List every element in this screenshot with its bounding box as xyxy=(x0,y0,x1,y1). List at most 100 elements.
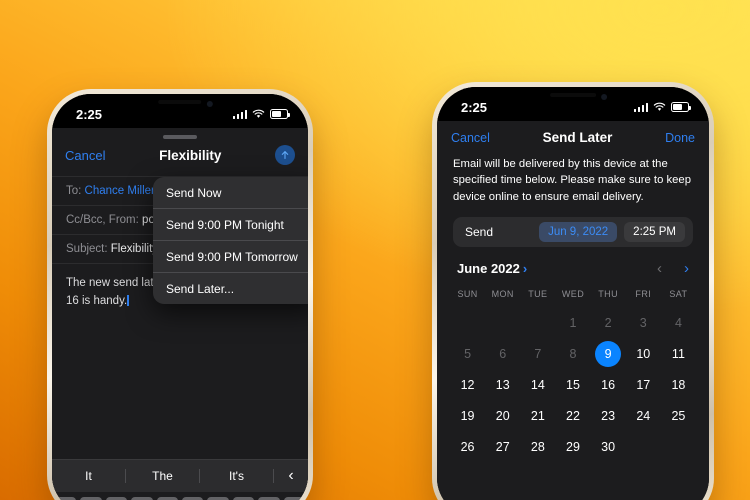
calendar-day-16[interactable]: 16 xyxy=(591,369,626,400)
prediction-2[interactable]: The xyxy=(126,469,200,483)
phone-left: 2:25 Cancel Flexibility To: Chance Mille… xyxy=(47,89,313,500)
calendar-day-21[interactable]: 21 xyxy=(520,400,555,431)
calendar-day-20[interactable]: 20 xyxy=(485,400,520,431)
calendar-day-29[interactable]: 29 xyxy=(555,431,590,462)
calendar-day-23[interactable]: 23 xyxy=(591,400,626,431)
menu-item-send-now[interactable]: Send Now xyxy=(153,177,308,209)
send-button[interactable] xyxy=(275,145,295,165)
page-title: Send Later xyxy=(542,130,613,145)
calendar-weekday: MON xyxy=(491,289,514,300)
status-time: 2:25 xyxy=(461,99,488,115)
datetime-pills: Jun 9, 2022 2:25 PM xyxy=(539,222,685,243)
menu-item-send-tonight[interactable]: Send 9:00 PM Tonight xyxy=(153,209,308,241)
calendar-day-22[interactable]: 22 xyxy=(555,400,590,431)
calendar-day-19[interactable]: 19 xyxy=(450,400,485,431)
keyboard-number-row[interactable] xyxy=(52,492,308,500)
previous-month-button[interactable]: ‹ xyxy=(657,260,662,277)
date-picker-button[interactable]: Jun 9, 2022 xyxy=(539,222,618,243)
calendar-day-15[interactable]: 15 xyxy=(555,369,590,400)
send-arrow-up-icon xyxy=(281,151,289,160)
cancel-button[interactable]: Cancel xyxy=(65,148,105,163)
speaker-slot xyxy=(549,93,596,97)
battery-icon xyxy=(270,109,290,119)
send-later-sheet: Cancel Send Later Done Email will be del… xyxy=(437,121,709,500)
calendar-weekday-header: SUN MON TUE WED THU FRI SAT xyxy=(450,286,696,307)
month-label: June 2022 xyxy=(457,261,520,277)
calendar-day-27[interactable]: 27 xyxy=(485,431,520,462)
calendar-weekday: FRI xyxy=(635,289,652,300)
calendar-weekday: WED xyxy=(561,289,585,300)
speaker-slot xyxy=(158,100,202,104)
notch xyxy=(509,87,637,110)
notch xyxy=(119,94,241,117)
calendar-weekday: SAT xyxy=(669,289,688,300)
menu-item-send-tomorrow[interactable]: Send 9:00 PM Tomorrow xyxy=(153,241,308,273)
send-later-nav-bar: Cancel Send Later Done xyxy=(437,121,709,154)
calendar-day-10[interactable]: 10 xyxy=(626,338,661,369)
field-subject-label: Subject: xyxy=(66,243,108,255)
delivery-description: Email will be delivered by this device a… xyxy=(453,158,691,203)
calendar-day-7: 7 xyxy=(534,346,542,361)
send-label: Send xyxy=(465,225,494,240)
calendar-weekday: TUE xyxy=(528,289,548,300)
calendar-day-30[interactable]: 30 xyxy=(591,431,626,462)
next-month-button[interactable]: › xyxy=(684,260,689,277)
field-ccbcc-label: Cc/Bcc, From: xyxy=(66,214,139,226)
phone-right: 2:25 Cancel Send Later Done Email will b… xyxy=(432,82,714,500)
calendar-day-25[interactable]: 25 xyxy=(661,400,696,431)
calendar-header: June 2022 › ‹ › xyxy=(437,247,709,286)
cellular-bars-icon xyxy=(633,102,648,112)
wifi-icon xyxy=(252,109,265,118)
month-nav: ‹ › xyxy=(657,260,689,277)
status-icons xyxy=(232,109,290,119)
chevron-left-icon[interactable]: ‹ xyxy=(274,467,308,485)
calendar-day-selected: 9 xyxy=(595,340,622,367)
calendar-day-11[interactable]: 11 xyxy=(661,338,696,369)
wifi-icon xyxy=(653,102,666,111)
calendar-day-13[interactable]: 13 xyxy=(485,369,520,400)
menu-item-send-later[interactable]: Send Later... xyxy=(153,273,308,304)
calendar-day-6: 6 xyxy=(499,346,507,361)
chevron-right-icon: › xyxy=(522,261,528,277)
predictive-text-bar: It The It's ‹ xyxy=(52,459,308,492)
calendar-blank-cell xyxy=(485,307,520,338)
calendar-day-26[interactable]: 26 xyxy=(450,431,485,462)
calendar-blank-cell xyxy=(450,307,485,338)
calendar-day-grid: 1 2 3 4 5 6 7 8 9 10 11 12 13 14 15 16 17 18 19 20 21 22 23 24 2… xyxy=(450,307,696,462)
calendar-day-8: 8 xyxy=(569,346,577,361)
calendar-day-3: 3 xyxy=(639,315,647,330)
calendar-day-5: 5 xyxy=(464,346,472,361)
cancel-button[interactable]: Cancel xyxy=(451,131,490,145)
text-caret xyxy=(127,294,129,306)
status-time: 2:25 xyxy=(76,106,103,122)
calendar-day-12[interactable]: 12 xyxy=(450,369,485,400)
status-icons xyxy=(633,102,691,112)
phone-left-screen: 2:25 Cancel Flexibility To: Chance Mille… xyxy=(52,94,308,500)
front-camera xyxy=(206,101,213,107)
field-subject-value: Flexibility xyxy=(110,243,159,255)
calendar-day-14[interactable]: 14 xyxy=(520,369,555,400)
field-to-label: To: xyxy=(66,185,82,197)
prediction-1[interactable]: It xyxy=(52,469,126,483)
calendar-day-2: 2 xyxy=(604,315,612,330)
send-datetime-row: Send Jun 9, 2022 2:25 PM xyxy=(453,217,693,248)
month-selector[interactable]: June 2022 › xyxy=(457,261,527,276)
calendar-day-18[interactable]: 18 xyxy=(661,369,696,400)
front-camera xyxy=(601,94,608,100)
calendar-day-24[interactable]: 24 xyxy=(626,400,661,431)
done-button[interactable]: Done xyxy=(665,131,695,145)
calendar-day-9[interactable]: 9 xyxy=(591,338,626,369)
calendar-day-28[interactable]: 28 xyxy=(520,431,555,462)
keyboard: It The It's ‹ xyxy=(52,459,308,500)
calendar-day-4: 4 xyxy=(674,315,682,330)
compose-title: Flexibility xyxy=(159,147,222,163)
compose-nav-bar: Cancel Flexibility xyxy=(52,139,308,176)
calendar-day-17[interactable]: 17 xyxy=(626,369,661,400)
time-picker-button[interactable]: 2:25 PM xyxy=(624,222,685,243)
calendar-day-1: 1 xyxy=(569,315,577,330)
calendar: SUN MON TUE WED THU FRI SAT 1 2 3 4 5 6 7 8 9 10 11 12 13 1… xyxy=(437,286,709,462)
calendar-weekday: THU xyxy=(598,289,618,300)
phone-right-screen: 2:25 Cancel Send Later Done Email will b… xyxy=(437,87,709,500)
prediction-3[interactable]: It's xyxy=(200,469,274,483)
battery-icon xyxy=(671,102,691,112)
